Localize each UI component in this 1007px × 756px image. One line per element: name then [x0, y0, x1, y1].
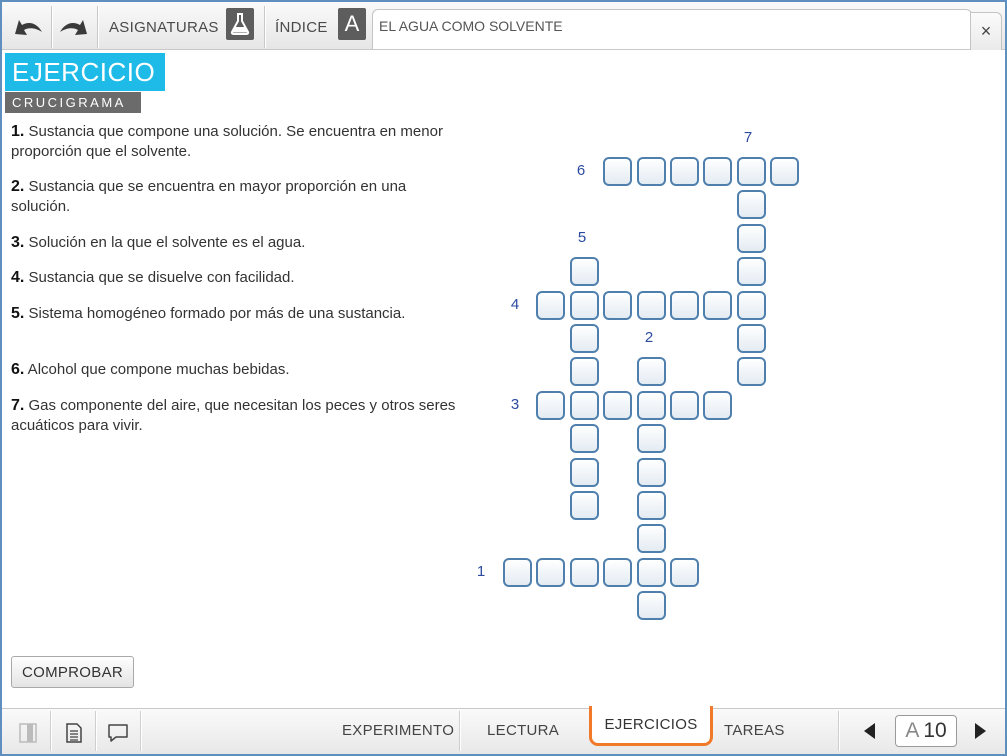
crossword-cell[interactable]	[736, 157, 766, 186]
clue-6: 6. Alcohol que compone muchas bebidas.	[11, 361, 290, 378]
tab-experimento[interactable]: EXPERIMENTO	[342, 722, 454, 739]
crossword-cell[interactable]	[636, 491, 666, 520]
clue-3: 3. Solución en la que el solvente es el …	[11, 234, 306, 251]
crossword-number-5: 5	[577, 229, 587, 246]
crossword-cell[interactable]	[636, 457, 666, 487]
bottom-toolbar: EXPERIMENTO LECTURA EJERCICIOS TAREAS A …	[2, 706, 1005, 754]
crossword-cell[interactable]	[636, 290, 666, 320]
crossword-cell[interactable]	[603, 157, 633, 186]
crossword-cell[interactable]	[703, 157, 733, 186]
crossword-cell[interactable]	[636, 557, 666, 587]
crossword-cell[interactable]	[603, 290, 633, 320]
crossword-cell[interactable]	[736, 324, 766, 353]
undo-button[interactable]	[10, 9, 46, 45]
tab-tareas[interactable]: TAREAS	[724, 722, 785, 739]
crossword-cell[interactable]	[703, 390, 733, 420]
page-letter: A	[905, 719, 920, 742]
subjects-button[interactable]: ASIGNATURAS	[109, 19, 219, 36]
clue-5: 5. Sistema homogéneo formado por más de …	[11, 305, 406, 322]
crossword-cell[interactable]	[636, 390, 666, 420]
crossword-cell[interactable]	[636, 424, 666, 454]
crossword-cell[interactable]	[569, 390, 599, 420]
page-number: 10	[923, 719, 947, 742]
crossword-cell[interactable]	[736, 257, 766, 287]
comment-icon[interactable]	[107, 721, 129, 745]
crossword-cell[interactable]	[770, 157, 800, 186]
clue-4: 4. Sustancia que se disuelve con facilid…	[11, 269, 295, 286]
crossword-cell[interactable]	[670, 290, 699, 320]
crossword-number-6: 6	[576, 162, 586, 179]
crossword-number-3: 3	[510, 396, 520, 413]
exercise-title: EJERCICIO	[5, 53, 165, 91]
crossword-cell[interactable]	[569, 424, 599, 454]
document-title: EL AGUA COMO SOLVENTE	[379, 18, 563, 34]
crossword-cell[interactable]	[670, 557, 699, 587]
crossword-cell[interactable]	[569, 324, 599, 353]
clue-1: 1. Sustancia que compone una solución. S…	[11, 123, 443, 160]
crossword-number-2: 2	[644, 329, 654, 346]
tab-lectura[interactable]: LECTURA	[487, 722, 559, 739]
crossword-cell[interactable]	[636, 357, 666, 387]
crossword-cell[interactable]	[636, 591, 666, 621]
crossword-cell[interactable]	[569, 257, 599, 287]
check-button[interactable]: COMPROBAR	[11, 656, 134, 688]
redo-icon	[60, 20, 87, 35]
crossword-cell[interactable]	[569, 457, 599, 487]
flask-icon[interactable]	[226, 8, 254, 40]
crossword-cell[interactable]	[736, 357, 766, 387]
crossword-number-4: 4	[510, 296, 520, 313]
bookmark-icon[interactable]	[17, 721, 39, 745]
crossword-cell[interactable]	[503, 557, 532, 587]
crossword-cell[interactable]	[736, 290, 766, 320]
exercise-subtitle: CRUCIGRAMA	[5, 92, 141, 113]
crossword-cell[interactable]	[670, 390, 699, 420]
tab-ejercicios[interactable]: EJERCICIOS	[589, 706, 713, 746]
undo-icon	[15, 20, 42, 35]
crossword-cell[interactable]	[603, 390, 633, 420]
crossword-cell[interactable]	[703, 290, 733, 320]
notes-icon[interactable]	[63, 721, 85, 745]
index-letter-badge[interactable]: A	[338, 8, 366, 40]
crossword-cell[interactable]	[569, 290, 599, 320]
crossword-cell[interactable]	[636, 157, 666, 186]
crossword-cell[interactable]	[536, 557, 566, 587]
crossword-cell[interactable]	[603, 557, 633, 587]
document-title-tab: EL AGUA COMO SOLVENTE	[372, 9, 972, 49]
redo-button[interactable]	[56, 9, 92, 45]
crossword-cell[interactable]	[569, 557, 599, 587]
crossword-cell[interactable]	[536, 290, 566, 320]
crossword-cell[interactable]	[670, 157, 699, 186]
crossword-cell[interactable]	[636, 524, 666, 554]
clue-7: 7. Gas componente del aire, que necesita…	[11, 397, 456, 434]
crossword-cell[interactable]	[536, 390, 566, 420]
crossword-cell[interactable]	[569, 491, 599, 520]
crossword-cell[interactable]	[736, 190, 766, 220]
crossword-number-7: 7	[743, 129, 753, 146]
prev-page-icon[interactable]	[864, 723, 875, 739]
crossword-cell[interactable]	[569, 357, 599, 387]
next-page-icon[interactable]	[975, 723, 986, 739]
index-button[interactable]: ÍNDICE	[275, 19, 328, 36]
page-indicator[interactable]: A 10	[895, 715, 957, 747]
crossword-cell[interactable]	[736, 223, 766, 253]
crossword-number-1: 1	[476, 563, 486, 580]
clue-2: 2. Sustancia que se encuentra en mayor p…	[11, 178, 407, 215]
close-button[interactable]: ×	[970, 12, 1002, 50]
close-icon: ×	[980, 21, 992, 41]
